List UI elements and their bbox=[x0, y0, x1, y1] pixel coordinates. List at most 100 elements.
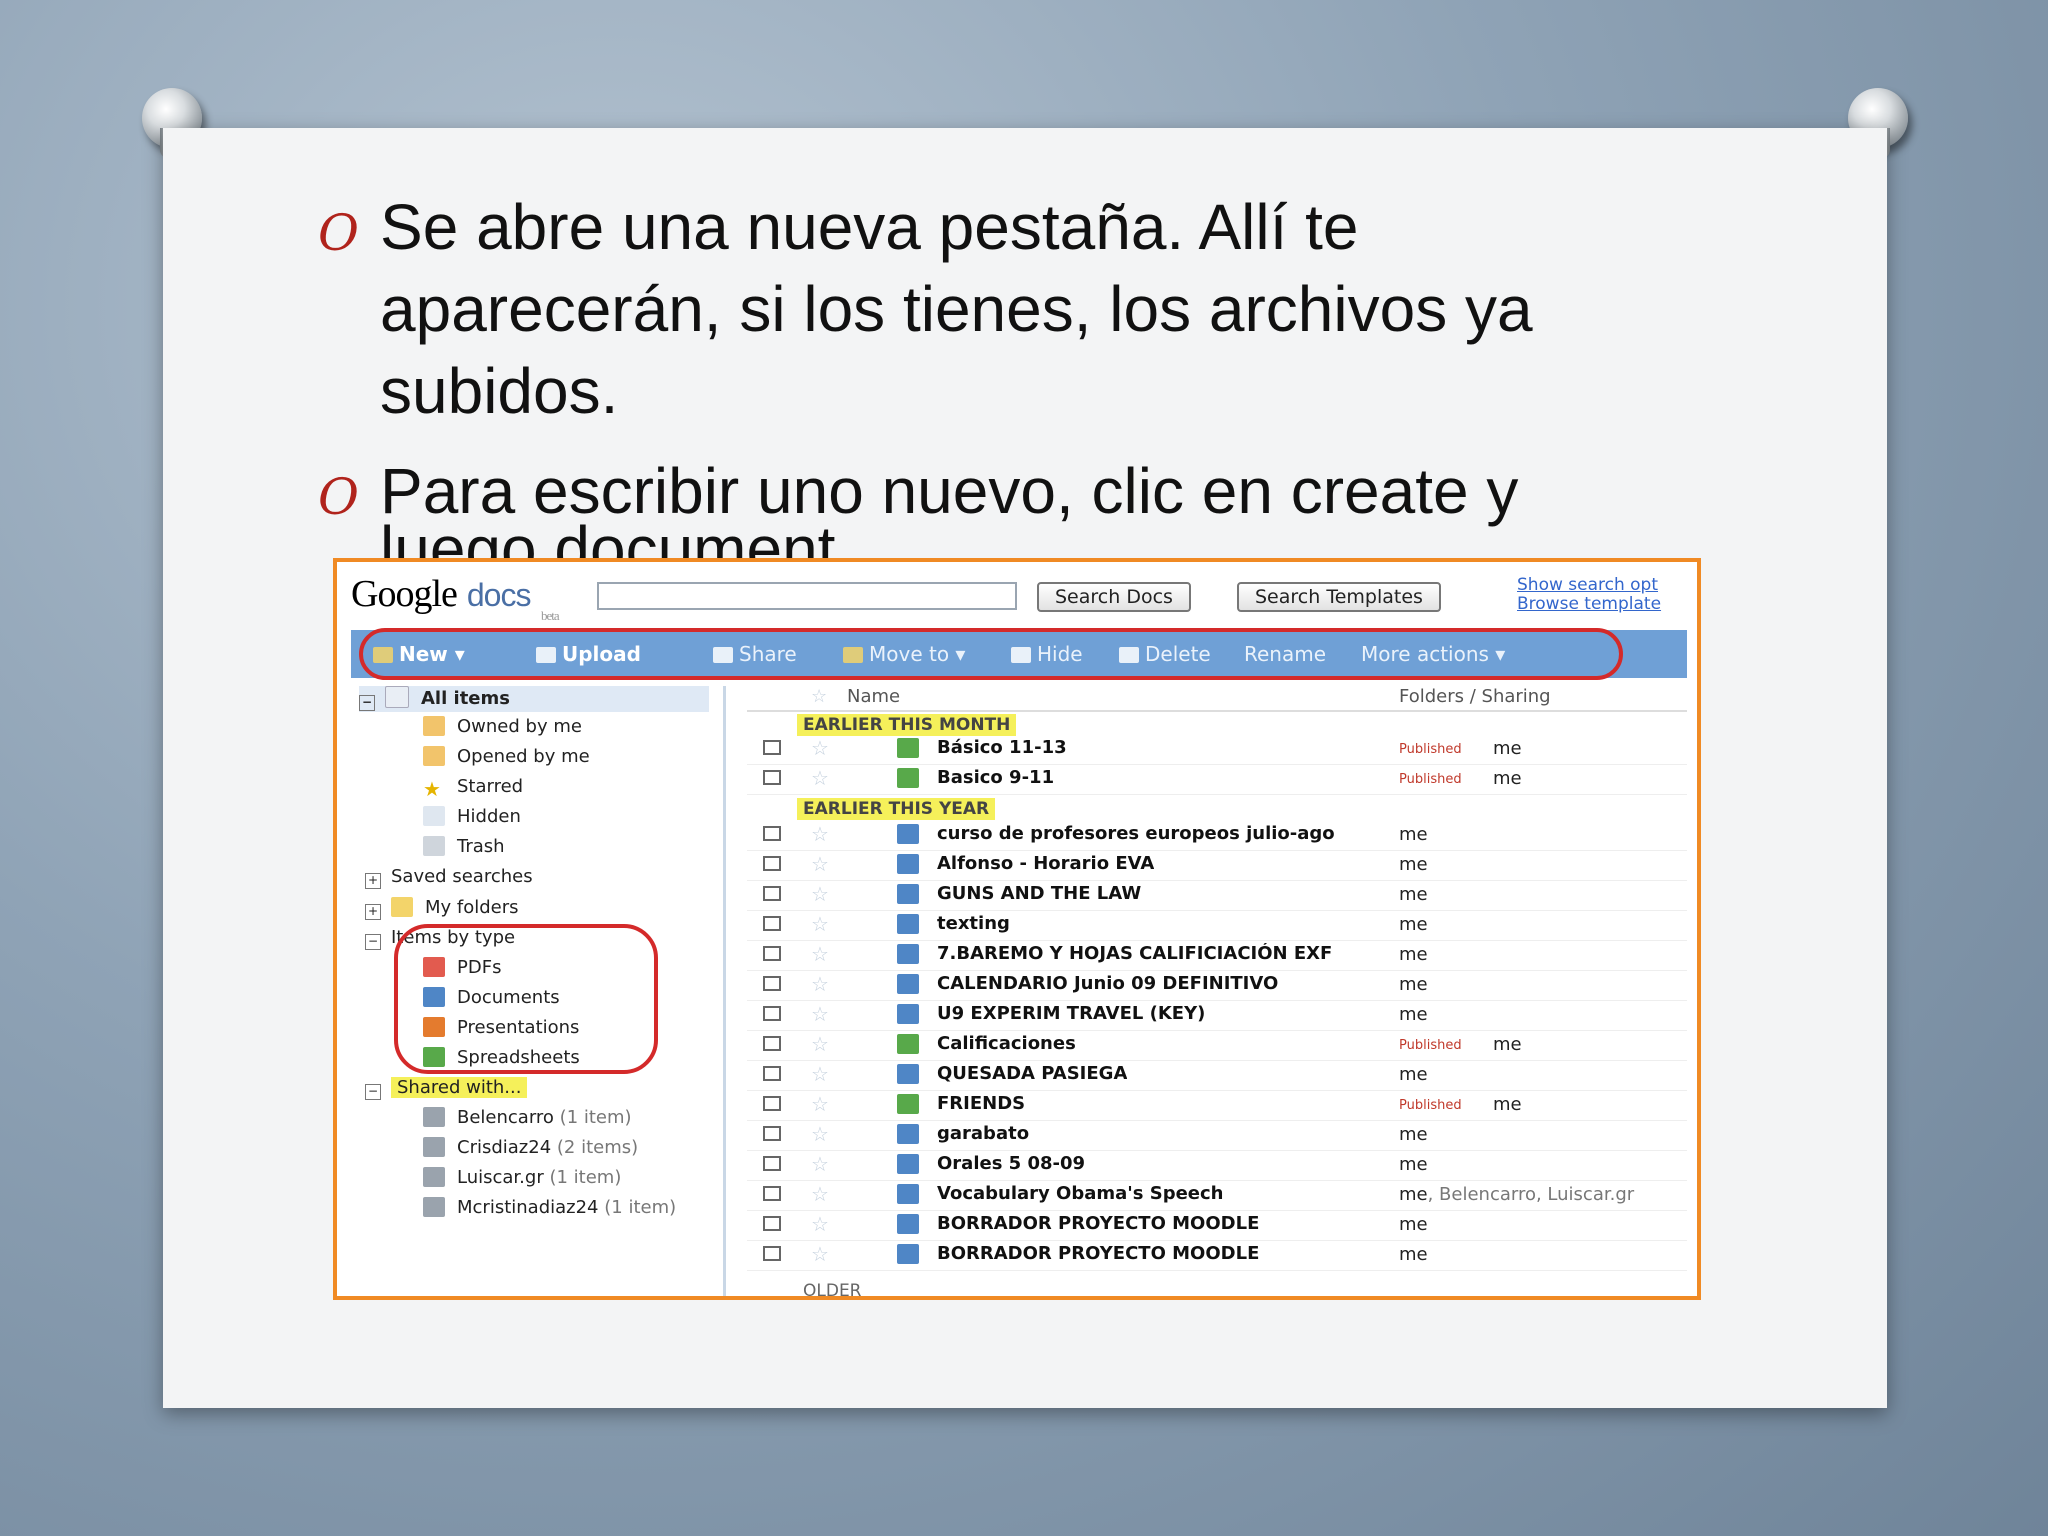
shared-user-item[interactable]: Crisdiaz24 (2 items) bbox=[423, 1135, 638, 1161]
browse-templates-link[interactable]: Browse template bbox=[1517, 595, 1661, 614]
file-row[interactable]: ☆ curso de profesores europeos julio-ago m… bbox=[747, 820, 1687, 851]
document-icon bbox=[897, 1184, 919, 1204]
sidebar-item-saved-searches[interactable]: + Saved searches bbox=[365, 864, 533, 890]
star-toggle-icon[interactable]: ☆ bbox=[811, 1212, 829, 1236]
star-toggle-icon[interactable]: ☆ bbox=[811, 736, 829, 760]
row-checkbox[interactable] bbox=[763, 856, 781, 871]
row-checkbox[interactable] bbox=[763, 1156, 781, 1171]
show-search-options-link[interactable]: Show search opt bbox=[1517, 576, 1661, 595]
file-name[interactable]: curso de profesores europeos julio-ago bbox=[937, 823, 1335, 844]
file-name[interactable]: GUNS AND THE LAW bbox=[937, 883, 1141, 904]
file-row[interactable]: ☆ FRIENDS Published me bbox=[747, 1090, 1687, 1121]
file-row[interactable]: ☆ Calificaciones Published me bbox=[747, 1030, 1687, 1061]
file-name[interactable]: garabato bbox=[937, 1123, 1029, 1144]
my-folders-label: My folders bbox=[425, 897, 519, 918]
sharing-value: me bbox=[1399, 1244, 1428, 1265]
shared-user-count: (1 item) bbox=[549, 1167, 622, 1188]
file-name[interactable]: CALENDARIO Junio 09 DEFINITIVO bbox=[937, 973, 1278, 994]
file-name[interactable]: Orales 5 08-09 bbox=[937, 1153, 1085, 1174]
sidebar-item-shared-with[interactable]: − Shared with... bbox=[365, 1075, 528, 1101]
row-checkbox[interactable] bbox=[763, 1126, 781, 1141]
file-name[interactable]: Básico 11-13 bbox=[937, 737, 1067, 758]
sidebar-item-starred[interactable]: ★ Starred bbox=[423, 774, 523, 800]
file-row[interactable]: ☆ Orales 5 08-09 me bbox=[747, 1150, 1687, 1181]
row-checkbox[interactable] bbox=[763, 1006, 781, 1021]
file-name[interactable]: Calificaciones bbox=[937, 1033, 1076, 1054]
file-name[interactable]: FRIENDS bbox=[937, 1093, 1025, 1114]
file-row[interactable]: ☆ garabato me bbox=[747, 1120, 1687, 1151]
sharing-owner: me bbox=[1399, 944, 1428, 965]
starred-label: Starred bbox=[457, 776, 524, 797]
shared-user-item[interactable]: Luiscar.gr (1 item) bbox=[423, 1165, 621, 1191]
sidebar-item-owned-by-me[interactable]: Owned by me bbox=[423, 714, 582, 740]
sharing-column-header[interactable]: Folders / Sharing bbox=[1399, 686, 1551, 707]
star-toggle-icon[interactable]: ☆ bbox=[811, 972, 829, 996]
star-toggle-icon[interactable]: ☆ bbox=[811, 1032, 829, 1056]
file-name[interactable]: texting bbox=[937, 913, 1010, 934]
file-name[interactable]: U9 EXPERIM TRAVEL (KEY) bbox=[937, 1003, 1205, 1024]
row-checkbox[interactable] bbox=[763, 1186, 781, 1201]
row-checkbox[interactable] bbox=[763, 740, 781, 755]
star-toggle-icon[interactable]: ☆ bbox=[811, 1152, 829, 1176]
star-toggle-icon[interactable]: ☆ bbox=[811, 1002, 829, 1026]
file-row[interactable]: ☆ U9 EXPERIM TRAVEL (KEY) me bbox=[747, 1000, 1687, 1031]
star-toggle-icon[interactable]: ☆ bbox=[811, 766, 829, 790]
star-toggle-icon[interactable]: ☆ bbox=[811, 822, 829, 846]
file-name[interactable]: QUESADA PASIEGA bbox=[937, 1063, 1127, 1084]
sidebar-item-trash[interactable]: Trash bbox=[423, 834, 505, 860]
sharing-owner: me bbox=[1399, 914, 1428, 935]
published-badge: Published bbox=[1399, 772, 1462, 787]
file-name[interactable]: Alfonso - Horario EVA bbox=[937, 853, 1154, 874]
shared-user-item[interactable]: Belencarro (1 item) bbox=[423, 1105, 632, 1131]
file-name[interactable]: 7.BAREMO Y HOJAS CALIFICIACIÓN EXF bbox=[937, 943, 1332, 964]
file-row[interactable]: ☆ BORRADOR PROYECTO MOODLE me bbox=[747, 1240, 1687, 1271]
search-input[interactable] bbox=[597, 582, 1017, 610]
file-row[interactable]: ☆ BORRADOR PROYECTO MOODLE me bbox=[747, 1210, 1687, 1241]
name-column-header[interactable]: Name bbox=[847, 686, 900, 707]
row-checkbox[interactable] bbox=[763, 1096, 781, 1111]
star-toggle-icon[interactable]: ☆ bbox=[811, 1182, 829, 1206]
star-toggle-icon[interactable]: ☆ bbox=[811, 942, 829, 966]
row-checkbox[interactable] bbox=[763, 770, 781, 785]
row-checkbox[interactable] bbox=[763, 826, 781, 841]
file-name[interactable]: Vocabulary Obama's Speech bbox=[937, 1183, 1224, 1204]
file-row[interactable]: ☆ Básico 11-13 Published me bbox=[747, 734, 1687, 765]
file-row[interactable]: ☆ Vocabulary Obama's Speech me, Belencarro… bbox=[747, 1180, 1687, 1211]
star-toggle-icon[interactable]: ☆ bbox=[811, 912, 829, 936]
search-templates-button[interactable]: Search Templates bbox=[1237, 582, 1441, 612]
row-checkbox[interactable] bbox=[763, 1066, 781, 1081]
file-row[interactable]: ☆ GUNS AND THE LAW me bbox=[747, 880, 1687, 911]
star-toggle-icon[interactable]: ☆ bbox=[811, 1242, 829, 1266]
row-checkbox[interactable] bbox=[763, 976, 781, 991]
file-name[interactable]: Basico 9-11 bbox=[937, 767, 1054, 788]
star-toggle-icon[interactable]: ☆ bbox=[811, 1122, 829, 1146]
file-row[interactable]: ☆ Alfonso - Horario EVA me bbox=[747, 850, 1687, 881]
star-toggle-icon[interactable]: ☆ bbox=[811, 882, 829, 906]
file-row[interactable]: ☆ CALENDARIO Junio 09 DEFINITIVO me bbox=[747, 970, 1687, 1001]
star-toggle-icon[interactable]: ☆ bbox=[811, 1062, 829, 1086]
sharing-value: me bbox=[1399, 1154, 1428, 1175]
sharing-owner: me bbox=[1399, 1214, 1428, 1235]
sidebar-item-my-folders[interactable]: + My folders bbox=[365, 895, 519, 921]
file-row[interactable]: ☆ QUESADA PASIEGA me bbox=[747, 1060, 1687, 1091]
group-earlier-this-month: EARLIER THIS MONTH bbox=[797, 714, 1017, 736]
file-row[interactable]: ☆ Basico 9-11 Published me bbox=[747, 764, 1687, 795]
row-checkbox[interactable] bbox=[763, 1216, 781, 1231]
row-checkbox[interactable] bbox=[763, 1036, 781, 1051]
row-checkbox[interactable] bbox=[763, 916, 781, 931]
sidebar-item-hidden[interactable]: Hidden bbox=[423, 804, 521, 830]
file-row[interactable]: ☆ texting me bbox=[747, 910, 1687, 941]
file-name[interactable]: BORRADOR PROYECTO MOODLE bbox=[937, 1213, 1259, 1234]
shared-user-item[interactable]: Mcristinadiaz24 (1 item) bbox=[423, 1195, 676, 1221]
sidebar-item-opened-by-me[interactable]: Opened by me bbox=[423, 744, 590, 770]
file-row[interactable]: ☆ 7.BAREMO Y HOJAS CALIFICIACIÓN EXF me bbox=[747, 940, 1687, 971]
row-checkbox[interactable] bbox=[763, 1246, 781, 1261]
star-toggle-icon[interactable]: ☆ bbox=[811, 852, 829, 876]
google-docs-logo[interactable]: Google docs beta bbox=[351, 572, 560, 623]
search-docs-button[interactable]: Search Docs bbox=[1037, 582, 1191, 612]
sidebar-item-all-items[interactable]: − All items bbox=[359, 686, 709, 712]
row-checkbox[interactable] bbox=[763, 946, 781, 961]
star-toggle-icon[interactable]: ☆ bbox=[811, 1092, 829, 1116]
row-checkbox[interactable] bbox=[763, 886, 781, 901]
file-name[interactable]: BORRADOR PROYECTO MOODLE bbox=[937, 1243, 1259, 1264]
